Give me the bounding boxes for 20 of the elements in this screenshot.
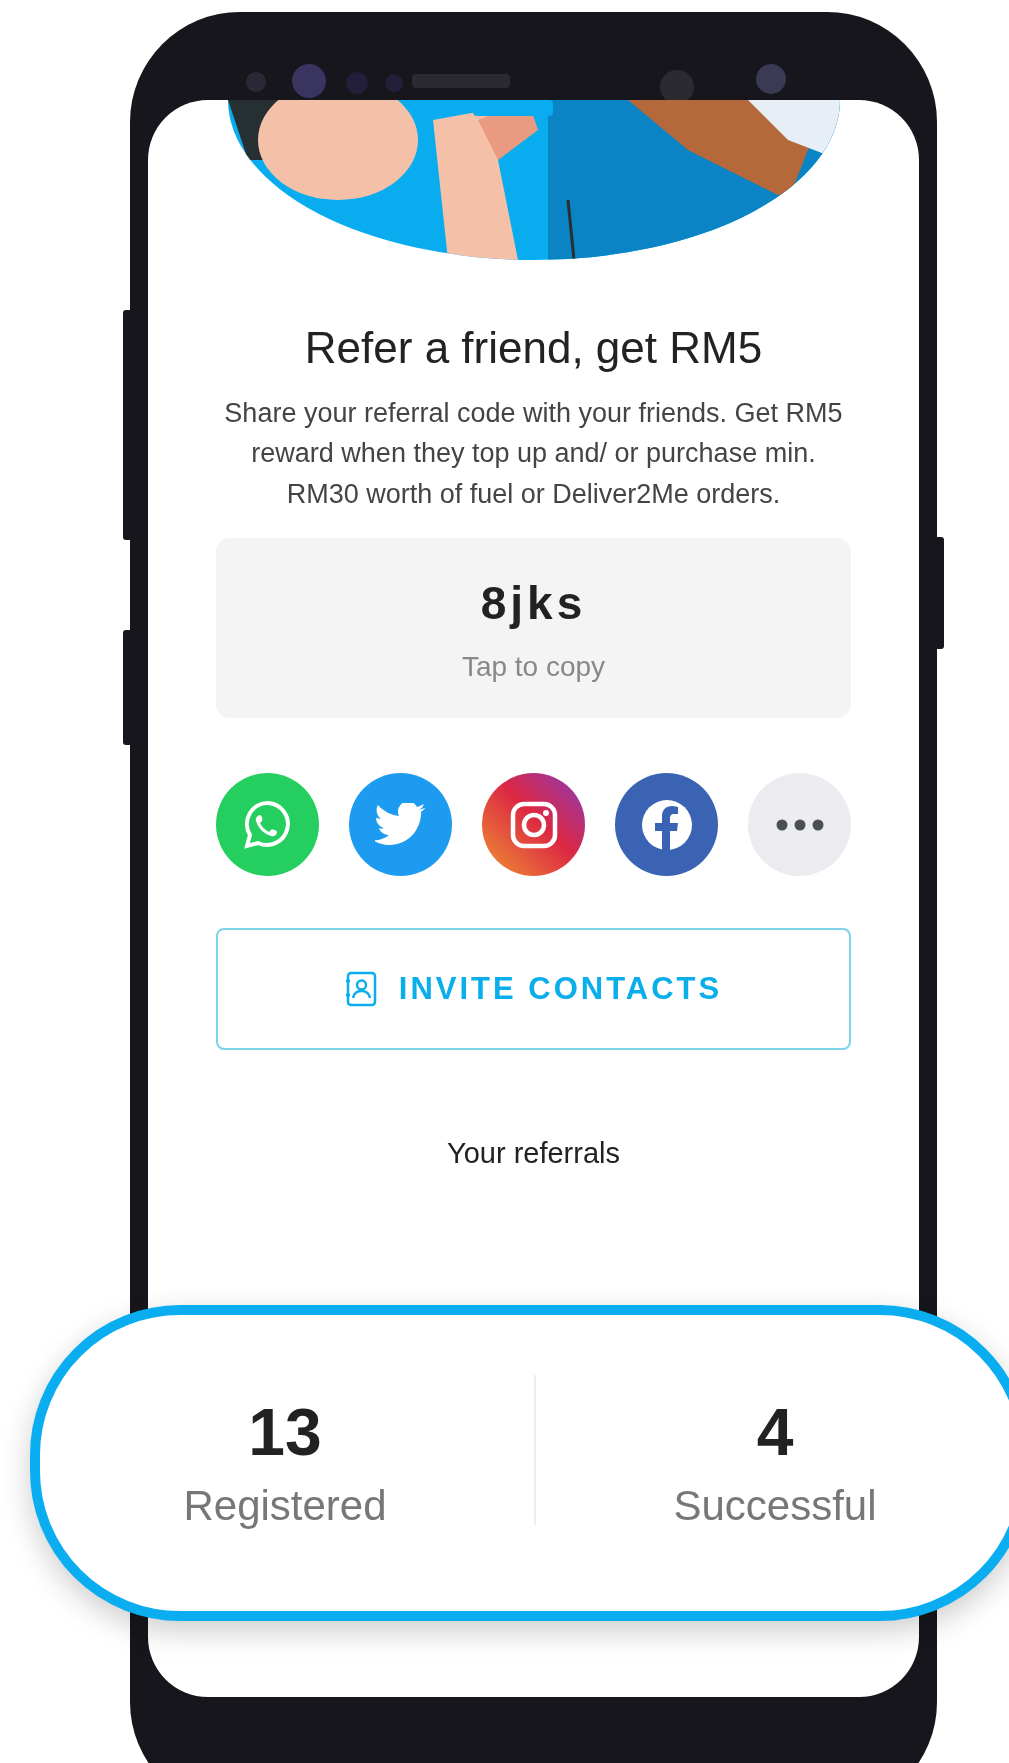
camera-icon (508, 799, 559, 850)
referral-code: 8jks (480, 575, 587, 631)
stat-label: Registered (183, 1485, 387, 1527)
sensor-dot (246, 72, 266, 92)
contact-book-icon (344, 971, 377, 1008)
section-heading: Your referrals (446, 1136, 621, 1172)
copy-hint: Tap to copy (461, 649, 606, 684)
sensor-dot (346, 72, 368, 94)
stat-label: Successful (673, 1485, 877, 1527)
more-icon (775, 818, 824, 831)
sensor-dot (385, 74, 403, 92)
sensor-dot (292, 64, 326, 98)
stat-value: 4 (756, 1399, 794, 1465)
description-text: Share your referral code with your friends. Get RM5 reward when they top up and/ or purchase min. RM30 worth of fuel or Deliver2Me orders. (223, 396, 844, 511)
referral-code-panel[interactable]: 8jks Tap to copy (216, 538, 851, 719)
page-title: Refer a friend, get RM5 (303, 322, 764, 374)
letter-f-icon (639, 797, 694, 852)
stat-value: 13 (248, 1399, 322, 1465)
sensor-dot (756, 64, 786, 94)
bird-icon (374, 802, 427, 847)
